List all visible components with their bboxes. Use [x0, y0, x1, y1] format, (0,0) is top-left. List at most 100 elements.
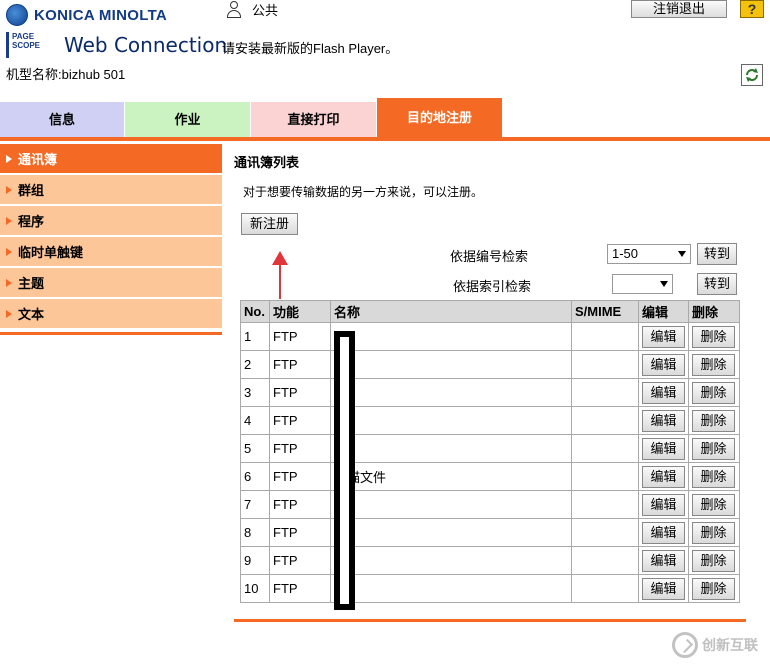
table-row: 6 FTP 扫描文件 编辑 删除	[240, 462, 740, 491]
arrow-right-icon	[6, 154, 12, 163]
chevron-down-icon	[660, 281, 668, 287]
user-label: 公共	[252, 3, 279, 18]
col-header-smime: S/MIME	[571, 300, 639, 323]
delete-button[interactable]: 删除	[692, 437, 735, 460]
col-header-delete: 删除	[688, 300, 740, 323]
delete-button[interactable]: 删除	[692, 409, 735, 432]
go-by-index-button[interactable]: 转到	[697, 273, 737, 295]
search-by-number-select[interactable]: 1-50	[607, 244, 691, 264]
row-delete-cell: 删除	[688, 490, 740, 519]
sidebar-item-group[interactable]: 群组	[0, 175, 222, 204]
row-function: FTP	[269, 518, 331, 547]
edit-button[interactable]: 编辑	[642, 521, 685, 544]
row-delete-cell: 删除	[688, 574, 740, 603]
row-delete-cell: 删除	[688, 322, 740, 351]
row-edit-cell: 编辑	[638, 378, 689, 407]
delete-button[interactable]: 删除	[692, 521, 735, 544]
row-name: 9	[330, 490, 572, 519]
row-delete-cell: 删除	[688, 518, 740, 547]
delete-button[interactable]: 删除	[692, 577, 735, 600]
edit-button[interactable]: 编辑	[642, 409, 685, 432]
watermark-text: 创新互联	[702, 637, 758, 653]
row-function: FTP	[269, 322, 331, 351]
row-function: FTP	[269, 406, 331, 435]
user-indicator: 公共	[226, 0, 278, 19]
table-header-row: No. 功能 名称 S/MIME 编辑 删除	[240, 300, 740, 323]
tab-destination-register[interactable]: 目的地注册	[377, 98, 502, 137]
row-number: 5	[240, 434, 270, 463]
row-number: 4	[240, 406, 270, 435]
row-smime	[571, 378, 639, 407]
page-title: 通讯簿列表	[234, 155, 300, 170]
sidebar-item-text[interactable]: 文本	[0, 299, 222, 328]
row-name: 2	[330, 434, 572, 463]
row-edit-cell: 编辑	[638, 546, 689, 575]
edit-button[interactable]: 编辑	[642, 437, 685, 460]
logout-button[interactable]: 注销退出	[631, 0, 727, 18]
row-smime	[571, 350, 639, 379]
row-name: 4	[330, 546, 572, 575]
watermark: 创新互联	[672, 632, 758, 658]
pagescope-line2: SCOPE	[12, 41, 41, 50]
delete-button[interactable]: 删除	[692, 493, 735, 516]
edit-button[interactable]: 编辑	[642, 577, 685, 600]
sidebar-item-temp-one-touch[interactable]: 临时单触键	[0, 237, 222, 266]
delete-button[interactable]: 删除	[692, 353, 735, 376]
delete-button[interactable]: 删除	[692, 549, 735, 572]
go-by-number-button[interactable]: 转到	[697, 243, 737, 265]
row-number: 2	[240, 350, 270, 379]
edit-button[interactable]: 编辑	[642, 493, 685, 516]
table-row: 3FTPx 编辑删除	[240, 378, 740, 407]
sidebar-item-address-book[interactable]: 通讯簿	[0, 144, 222, 173]
refresh-icon[interactable]	[741, 64, 763, 86]
annotation-arrow-icon	[272, 251, 288, 299]
search-by-number-label: 依据编号检索	[450, 249, 529, 264]
edit-button[interactable]: 编辑	[642, 549, 685, 572]
col-header-name: 名称	[330, 300, 572, 323]
address-book-table: No. 功能 名称 S/MIME 编辑 删除 1FTP编辑删除2FTPAA编辑删…	[240, 300, 740, 603]
help-icon[interactable]: ?	[740, 0, 764, 18]
flash-player-note: 请安装最新版的Flash Player。	[222, 41, 399, 56]
tab-direct-print[interactable]: 直接打印	[251, 102, 376, 137]
konica-minolta-logo: KONICA MINOLTA	[6, 4, 167, 26]
redaction-box	[334, 331, 355, 610]
edit-button[interactable]: 编辑	[642, 381, 685, 404]
globe-icon	[6, 4, 28, 26]
selected-range: 1-50	[612, 246, 639, 261]
edit-button[interactable]: 编辑	[642, 325, 685, 348]
row-function: FTP	[269, 434, 331, 463]
delete-button[interactable]: 删除	[692, 465, 735, 488]
sidebar-item-subject[interactable]: 主题	[0, 268, 222, 297]
chevron-down-icon	[678, 251, 686, 257]
delete-button[interactable]: 删除	[692, 325, 735, 348]
row-number: 7	[240, 490, 270, 519]
new-register-button[interactable]: 新注册	[241, 213, 298, 235]
edit-button[interactable]: 编辑	[642, 465, 685, 488]
delete-button[interactable]: 删除	[692, 381, 735, 404]
sidebar-item-label: 临时单触键	[18, 245, 84, 260]
pagescope-logo: PAGE SCOPE Web Connection	[6, 32, 227, 58]
row-number: 9	[240, 546, 270, 575]
table-row: 10FTP0 编辑删除	[240, 574, 740, 603]
sidebar-item-label: 文本	[18, 307, 45, 322]
edit-button[interactable]: 编辑	[642, 353, 685, 376]
row-delete-cell: 删除	[688, 434, 740, 463]
search-by-index-label: 依据索引检索	[453, 279, 532, 294]
row-name: 扫描文件	[330, 462, 572, 491]
sidebar-item-label: 群组	[18, 183, 45, 198]
search-by-index-select[interactable]	[612, 274, 673, 294]
sidebar-item-label: 通讯簿	[18, 152, 58, 167]
col-header-edit: 编辑	[638, 300, 689, 323]
row-smime	[571, 490, 639, 519]
col-header-no: No.	[240, 300, 270, 323]
row-delete-cell: 删除	[688, 350, 740, 379]
row-function: FTP	[269, 574, 331, 603]
tab-job[interactable]: 作业	[125, 102, 250, 137]
sidebar-item-program[interactable]: 程序	[0, 206, 222, 235]
row-smime	[571, 434, 639, 463]
row-function: FTP	[269, 462, 331, 491]
tab-info[interactable]: 信息	[0, 102, 124, 137]
sidebar-divider	[0, 332, 222, 335]
arrow-right-icon	[6, 216, 12, 225]
arrow-right-icon	[6, 247, 12, 256]
